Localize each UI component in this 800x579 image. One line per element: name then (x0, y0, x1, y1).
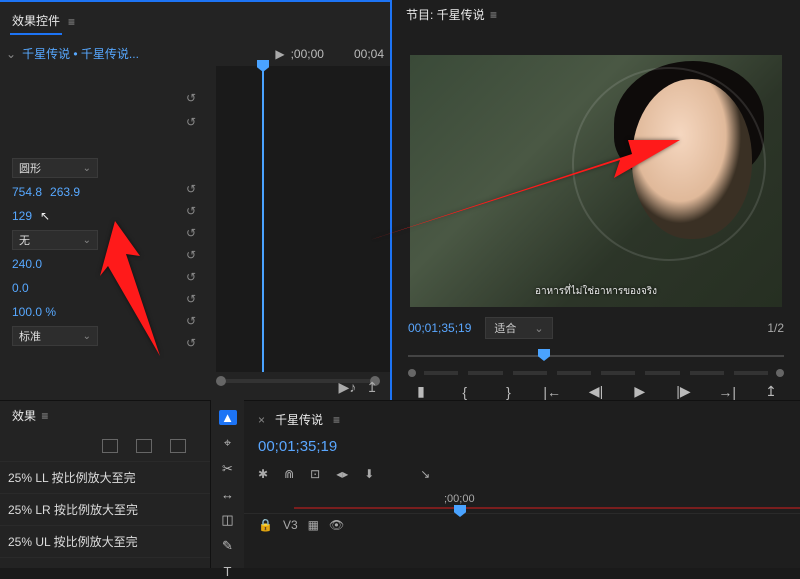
timeline-clip-bar (294, 507, 800, 509)
go-to-out-button[interactable]: →| (714, 384, 740, 400)
track-select-tool[interactable]: ⌖ (219, 435, 237, 451)
insert-icon[interactable]: ◂▸ (336, 467, 348, 481)
overwrite-icon[interactable]: ⬇ (364, 467, 374, 481)
track-target-icon[interactable]: ▦ (308, 518, 319, 532)
effect-preset-item[interactable]: 25% LR 按比例放大至完 (0, 494, 210, 526)
position-x-value[interactable]: 754.8 (12, 185, 42, 199)
ruler-time-label: ;00;00 (444, 493, 475, 505)
track-lock-icon[interactable]: 🔒 (258, 518, 273, 532)
sequence-timecode[interactable]: 00;01;35;19 (258, 438, 337, 455)
reset-icon[interactable]: ↺ (186, 178, 196, 200)
playhead[interactable] (262, 66, 264, 372)
shape-dropdown[interactable]: 圆形⌄ (12, 158, 98, 178)
timeline-ruler[interactable]: ;00;00 (244, 493, 800, 513)
reset-icon[interactable]: ↺ (186, 86, 196, 110)
step-forward-button[interactable]: |▶ (671, 383, 697, 400)
reset-icon[interactable]: ↺ (186, 332, 196, 354)
position-y-value[interactable]: 263.9 (50, 185, 80, 199)
linked-selection-icon[interactable]: ⋒ (284, 467, 294, 481)
reset-icon[interactable]: ↺ (186, 110, 196, 134)
slip-tool[interactable]: ↔ (219, 487, 237, 502)
clip-name[interactable]: 千星传说 • 千星传说... (22, 45, 139, 62)
reset-icon[interactable]: ↺ (186, 310, 196, 332)
filter-icon[interactable] (136, 439, 152, 453)
close-tab-icon[interactable]: × (258, 413, 265, 427)
mark-out-button[interactable]: { (452, 384, 478, 400)
resolution-page[interactable]: 1/2 (767, 321, 784, 335)
export-frame-icon[interactable]: ↥ (366, 379, 378, 396)
param-value-2[interactable]: 0.0 (12, 281, 29, 295)
effect-preset-item[interactable]: 25% LL 按比例放大至完 (0, 462, 210, 494)
track-visibility-icon[interactable]: 👁 (329, 518, 344, 532)
reset-icon[interactable]: ↺ (186, 200, 196, 222)
sequence-tab[interactable]: 千星传说 (273, 407, 325, 432)
hand-tool[interactable]: ✎ (219, 538, 237, 554)
subtitle-text: อาหารที่ไม่ใช่อาหารของจริง (410, 284, 782, 299)
effect-keyframe-timeline[interactable] (216, 66, 390, 372)
reset-icon[interactable]: ↺ (186, 244, 196, 266)
ripple-edit-tool[interactable]: ✂ (219, 461, 237, 477)
zoom-handle-right[interactable] (776, 369, 784, 377)
cursor-icon: ↖ (40, 209, 50, 223)
mark-clip-button[interactable]: } (496, 384, 522, 400)
step-back-button[interactable]: ◀| (583, 383, 609, 400)
panel-menu-icon[interactable]: ≡ (41, 409, 48, 423)
effect-controls-tab[interactable]: 效果控件 (10, 8, 62, 35)
panel-menu-icon[interactable]: ≡ (333, 413, 340, 427)
export-frame-button[interactable]: ↥ (758, 383, 784, 400)
selection-tool[interactable]: ▲ (219, 410, 237, 425)
zoom-handle-left[interactable] (408, 369, 416, 377)
ruler-time-1: 00;04 (354, 47, 384, 61)
filter-icon[interactable] (170, 439, 186, 453)
mark-in-button[interactable]: ▮ (408, 383, 434, 400)
snap-icon[interactable]: ✱ (258, 467, 268, 481)
add-marker-icon[interactable]: ⊡ (310, 467, 320, 481)
opacity-value[interactable]: 100.0 % (12, 305, 56, 319)
play-audio-icon[interactable]: ▶♪ (338, 379, 356, 396)
program-monitor-viewport[interactable]: อาหารที่ไม่ใช่อาหารของจริง (410, 55, 782, 307)
filter-icon[interactable] (102, 439, 118, 453)
panel-menu-icon[interactable]: ≡ (490, 8, 497, 22)
program-scrubber[interactable] (408, 347, 784, 365)
effects-panel-tab[interactable]: 效果 (10, 405, 38, 427)
fit-dropdown[interactable]: 适合⌄ (485, 317, 552, 339)
reset-icon[interactable]: ↺ (186, 266, 196, 288)
go-to-in-button[interactable]: |← (539, 384, 565, 400)
effect-preset-item[interactable]: 25% UL 按比例放大至完 (0, 526, 210, 558)
pen-tool[interactable]: ◫ (219, 512, 237, 528)
settings-icon[interactable]: ↘ (420, 467, 430, 481)
circle-mask-overlay[interactable] (574, 69, 764, 259)
type-tool[interactable]: T (219, 564, 237, 579)
reset-icon[interactable]: ↺ (186, 222, 196, 244)
playhead-handle[interactable] (538, 349, 550, 361)
play-icon[interactable]: ▶ (275, 47, 284, 61)
radius-value[interactable]: 129 (12, 209, 32, 223)
reset-icon[interactable]: ↺ (186, 288, 196, 310)
program-timecode[interactable]: 00;01;35;19 (408, 321, 471, 335)
track-name[interactable]: V3 (283, 518, 298, 532)
zoom-handle-left[interactable] (216, 376, 226, 386)
program-panel-tab[interactable]: 节目: 千星传说 (404, 4, 487, 26)
chevron-down-icon[interactable]: ⌄ (6, 47, 16, 61)
blend-mode-dropdown[interactable]: 标准⌄ (12, 326, 98, 346)
tools-panel: ▲ ⌖ ✂ ↔ ◫ ✎ T (210, 400, 244, 568)
ruler-time-0: ;00;00 (291, 47, 324, 61)
panel-menu-icon[interactable]: ≡ (68, 15, 75, 29)
param-value-1[interactable]: 240.0 (12, 257, 42, 271)
play-button[interactable]: ▶ (627, 383, 653, 400)
feather-dropdown[interactable]: 无⌄ (12, 230, 98, 250)
